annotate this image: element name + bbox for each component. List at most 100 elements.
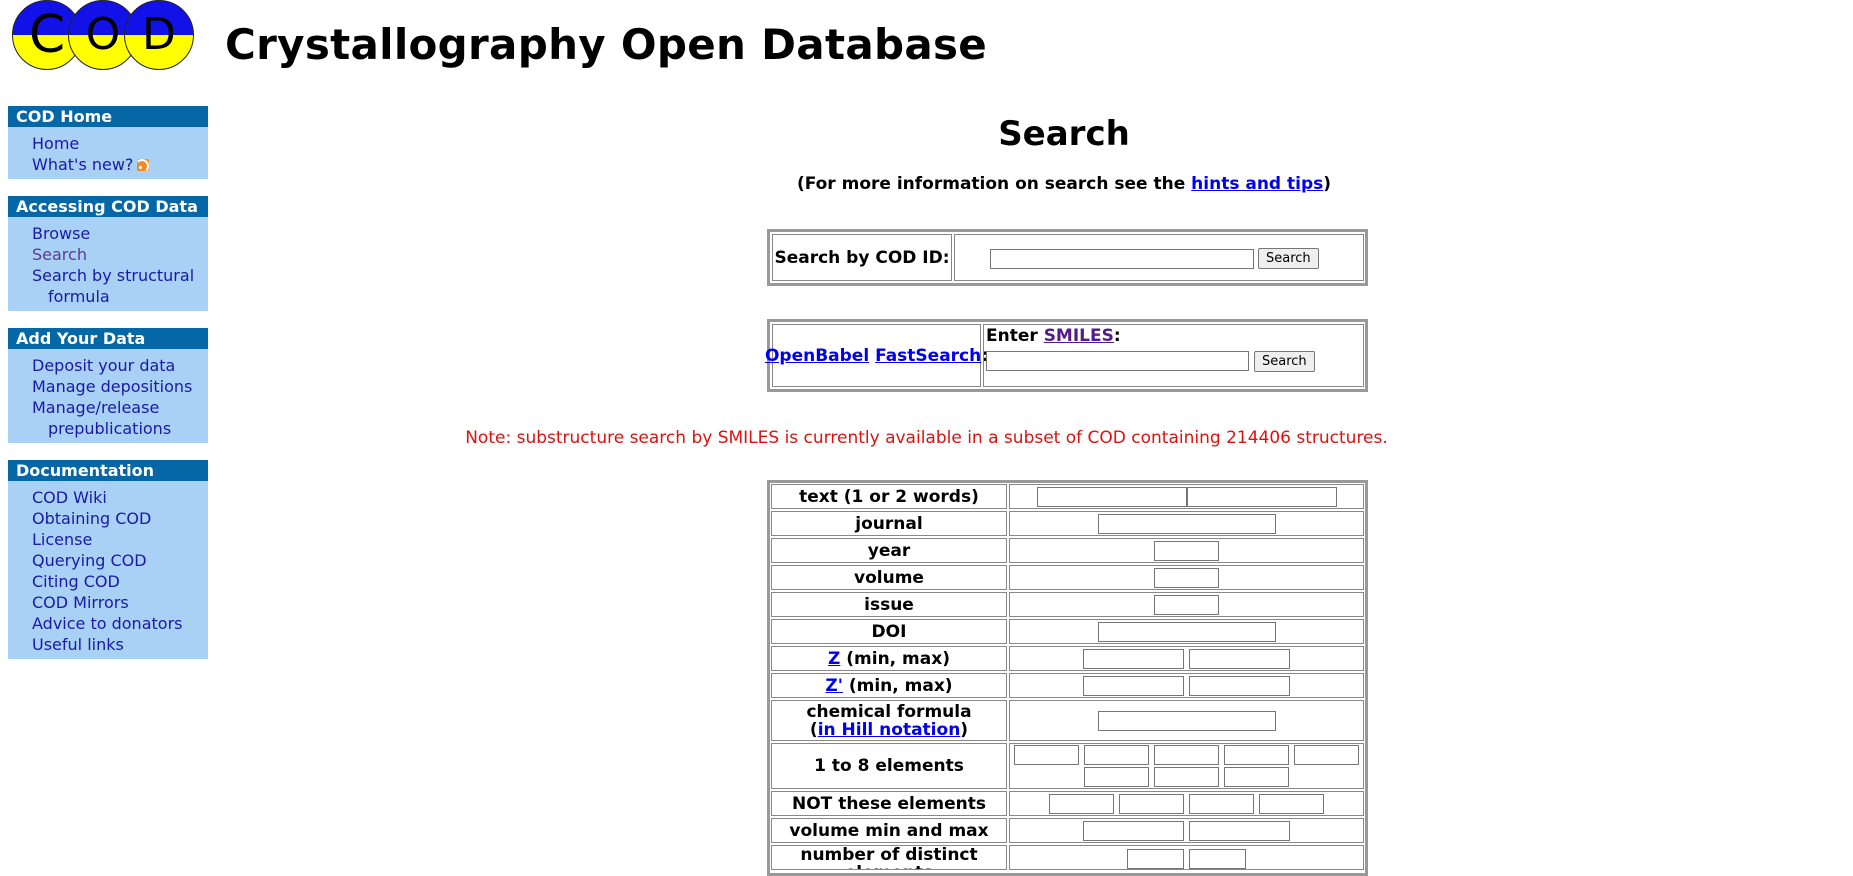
formula-label-line1: chemical formula xyxy=(806,701,972,722)
sidebar-heading: COD Home xyxy=(8,106,208,127)
criteria-row-doi: DOI xyxy=(771,619,1364,644)
z-label: Z (min, max) xyxy=(771,646,1007,671)
volume-input[interactable] xyxy=(1154,567,1219,588)
not-element-1-input[interactable] xyxy=(1049,793,1114,814)
criteria-row-volume-minmax: volume min and max xyxy=(771,818,1364,843)
sidebar-item-cod-wiki[interactable]: COD Wiki xyxy=(8,487,208,508)
sidebar-item-manage-depositions[interactable]: Manage depositions xyxy=(8,376,208,397)
text-word1-input[interactable] xyxy=(1036,486,1187,507)
zprime-min-input[interactable] xyxy=(1083,675,1184,696)
element-2-input[interactable] xyxy=(1084,745,1149,765)
z-max-input[interactable] xyxy=(1189,648,1290,669)
sidebar-section-cod-home: COD Home Home What's new? xyxy=(8,106,208,179)
element-4-input[interactable] xyxy=(1224,745,1289,765)
distinct-min-input[interactable] xyxy=(1127,849,1184,869)
cod-id-search-button[interactable]: Search xyxy=(1258,248,1319,269)
element-5-input[interactable] xyxy=(1294,745,1359,765)
criteria-row-formula: chemical formula (in Hill notation) xyxy=(771,700,1364,741)
doi-input[interactable] xyxy=(1097,621,1276,642)
formula-input[interactable] xyxy=(1097,710,1276,731)
element-6-input[interactable] xyxy=(1084,767,1149,787)
z-min-input[interactable] xyxy=(1083,648,1184,669)
smiles-search-button[interactable]: Search xyxy=(1254,351,1315,372)
sidebar-item-citing[interactable]: Citing COD xyxy=(8,571,208,592)
elements-fields xyxy=(1009,743,1364,789)
issue-label: issue xyxy=(771,592,1007,617)
z-fields xyxy=(1009,646,1364,671)
sidebar-item-search-structural[interactable]: Search by structural formula xyxy=(8,265,208,307)
sidebar-item-license[interactable]: License xyxy=(8,529,208,550)
not-element-2-input[interactable] xyxy=(1119,793,1184,814)
criteria-row-text: text (1 or 2 words) xyxy=(771,484,1364,509)
sidebar-item-browse[interactable]: Browse xyxy=(8,223,208,244)
criteria-row-zprime: Z' (min, max) xyxy=(771,673,1364,698)
elements-row-2 xyxy=(1010,767,1363,787)
smiles-search-form: OpenBabel FastSearch: Enter SMILES: Sear… xyxy=(765,319,1368,392)
journal-label: journal xyxy=(771,511,1007,536)
volume-minmax-fields xyxy=(1009,818,1364,843)
distinct-elements-label: number of distinct elements xyxy=(771,845,1007,870)
sidebar-item-home[interactable]: Home xyxy=(8,133,208,154)
element-3-input[interactable] xyxy=(1154,745,1219,765)
site-title: Crystallography Open Database xyxy=(225,20,988,69)
volume-min-input[interactable] xyxy=(1083,820,1184,841)
smiles-field-cell: Enter SMILES: Search xyxy=(983,324,1364,387)
smiles-subset-note: Note: substructure search by SMILES is c… xyxy=(465,428,1388,448)
enter-suffix: : xyxy=(1113,326,1121,346)
rss-icon[interactable] xyxy=(137,159,150,171)
cod-id-input[interactable] xyxy=(990,249,1254,269)
sidebar-item-mirrors[interactable]: COD Mirrors xyxy=(8,592,208,613)
criteria-row-z: Z (min, max) xyxy=(771,646,1364,671)
volume-field xyxy=(1009,565,1364,590)
volume-minmax-label: volume min and max xyxy=(771,818,1007,843)
page-header: C O D xyxy=(12,0,204,72)
sidebar-item-querying[interactable]: Querying COD xyxy=(8,550,208,571)
not-element-3-input[interactable] xyxy=(1189,793,1254,814)
element-7-input[interactable] xyxy=(1154,767,1219,787)
element-8-input[interactable] xyxy=(1224,767,1289,787)
sidebar-item-deposit[interactable]: Deposit your data xyxy=(8,355,208,376)
hints-link[interactable]: hints and tips xyxy=(1191,174,1323,194)
year-input[interactable] xyxy=(1154,540,1219,561)
logo-circle-d: D xyxy=(124,0,194,70)
distinct-max-input[interactable] xyxy=(1189,849,1246,869)
z-link[interactable]: Z xyxy=(828,650,840,668)
not-element-4-input[interactable] xyxy=(1259,793,1324,814)
hint-line: (For more information on search see the … xyxy=(600,174,1528,194)
sidebar-item-useful-links[interactable]: Useful links xyxy=(8,634,208,655)
issue-input[interactable] xyxy=(1154,594,1219,615)
hill-notation-link[interactable]: in Hill notation xyxy=(818,720,961,740)
smiles-enter-label: Enter SMILES: xyxy=(986,326,1121,346)
smiles-input[interactable] xyxy=(986,351,1249,371)
formula-field xyxy=(1009,700,1364,741)
smiles-label-cell: OpenBabel FastSearch: xyxy=(765,324,988,387)
text-fields xyxy=(1009,484,1364,509)
not-elements-fields xyxy=(1009,791,1364,816)
sidebar-item-whats-new[interactable]: What's new? xyxy=(8,154,208,175)
smiles-link[interactable]: SMILES xyxy=(1044,326,1114,346)
journal-input[interactable] xyxy=(1097,513,1276,534)
sidebar-section-accessing: Accessing COD Data Browse Search Search … xyxy=(8,196,208,311)
volume-max-input[interactable] xyxy=(1189,820,1290,841)
zprime-max-input[interactable] xyxy=(1189,675,1290,696)
sidebar-section-documentation: Documentation COD Wiki Obtaining COD Lic… xyxy=(8,460,208,659)
hint-suffix: ) xyxy=(1323,174,1332,194)
sidebar-item-obtaining[interactable]: Obtaining COD xyxy=(8,508,208,529)
fastsearch-link[interactable]: FastSearch xyxy=(875,346,981,366)
cod-logo[interactable]: C O D xyxy=(12,0,204,72)
sidebar-heading: Accessing COD Data xyxy=(8,196,208,217)
element-1-input[interactable] xyxy=(1014,745,1079,765)
text-label: text (1 or 2 words) xyxy=(771,484,1007,509)
elements-row-1 xyxy=(1010,745,1363,765)
zprime-link[interactable]: Z' xyxy=(825,677,843,695)
criteria-row-not-elements: NOT these elements xyxy=(771,791,1364,816)
hint-prefix: (For more information on search see the xyxy=(796,174,1192,194)
sidebar-item-search[interactable]: Search xyxy=(8,244,208,265)
text-word2-input[interactable] xyxy=(1186,486,1337,507)
sidebar-item-advice[interactable]: Advice to donators xyxy=(8,613,208,634)
zprime-label: Z' (min, max) xyxy=(771,673,1007,698)
criteria-row-journal: journal xyxy=(771,511,1364,536)
openbabel-link[interactable]: OpenBabel xyxy=(765,346,869,366)
year-label: year xyxy=(771,538,1007,563)
criteria-row-issue: issue xyxy=(771,592,1364,617)
